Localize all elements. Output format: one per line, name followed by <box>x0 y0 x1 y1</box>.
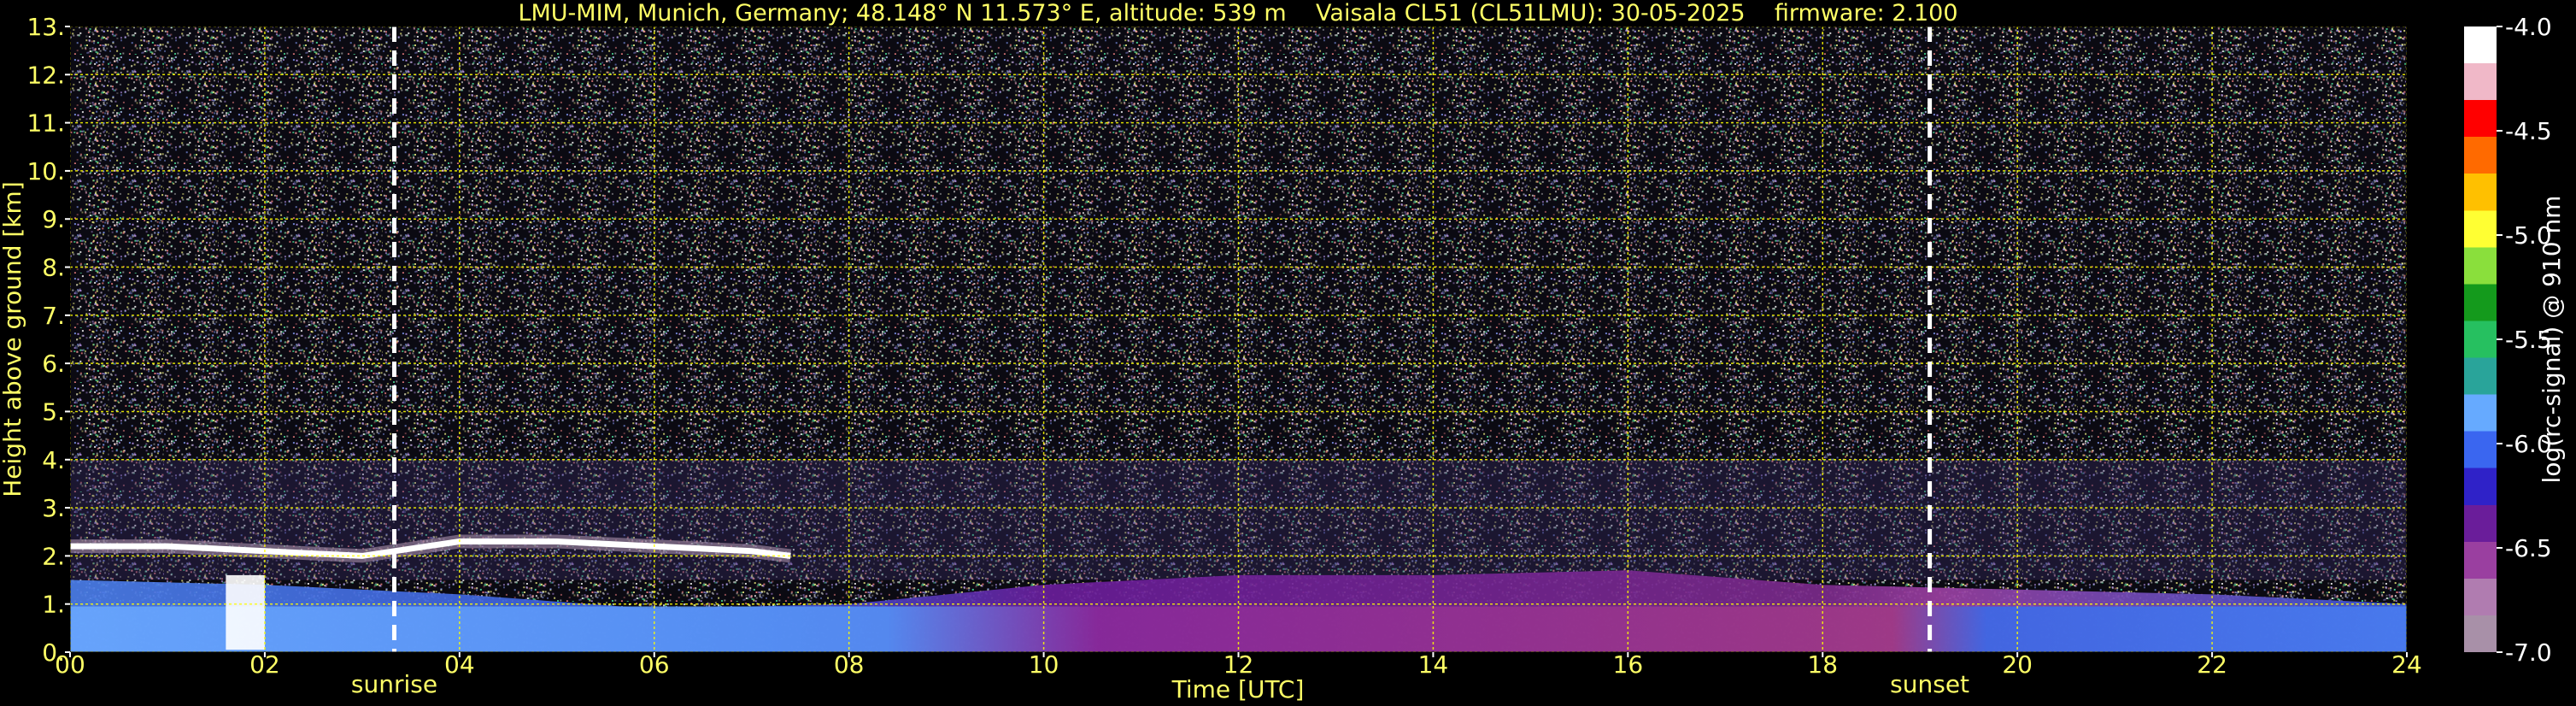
chart-title: LMU-MIM, Munich, Germany; 48.148° N 11.5… <box>518 0 1957 26</box>
y-tick-label: 4. <box>42 446 65 474</box>
low-cloud <box>226 574 265 650</box>
x-tick-label: 18 <box>1807 650 1838 679</box>
x-tick-label: 04 <box>444 650 475 679</box>
y-tick-label: 7. <box>42 302 65 330</box>
x-tick-label: 24 <box>2391 650 2422 679</box>
y-tick-label: 6. <box>42 350 65 378</box>
plot-area <box>70 26 2407 652</box>
y-tick-label: 12. <box>26 61 65 89</box>
colorbar-scale <box>2464 26 2497 652</box>
y-tick-label: 8. <box>42 254 65 282</box>
x-tick-label: 02 <box>249 650 280 679</box>
colorbar: -7.0-6.5-6.0-5.5-5.0-4.5-4.0 log(rc-sign… <box>2464 13 2566 667</box>
y-tick-label: 11. <box>26 109 65 138</box>
y-tick-label: 9. <box>42 205 65 233</box>
colorbar-tick-label: -4.0 <box>2505 13 2552 41</box>
y-tick-label: 1. <box>42 591 65 619</box>
colorbar-tick-label: -4.5 <box>2505 117 2552 145</box>
y-tick-label: 10. <box>26 157 65 185</box>
x-tick-label: 06 <box>639 650 670 679</box>
colorbar-label: log(rc-signal) @ 910 nm <box>2538 196 2566 484</box>
event-label: sunset <box>1890 670 1969 698</box>
x-tick-label: 22 <box>2197 650 2227 679</box>
colorbar-tick-label: -7.0 <box>2505 638 2552 667</box>
y-tick-label: 13. <box>26 13 65 41</box>
y-tick-label: 5. <box>42 397 65 426</box>
lidar-chart: LMU-MIM, Munich, Germany; 48.148° N 11.5… <box>0 0 2566 703</box>
y-axis-label: Height above ground [km] <box>0 181 26 497</box>
x-tick-label: 08 <box>834 650 865 679</box>
y-axis: 0. 1. 2. 3. 4. 5. 6. 7. 8. 9. 10. 11. 12. 13. <box>26 13 70 667</box>
y-tick-label: 2. <box>42 542 65 570</box>
event-labels: sunrise sunset <box>351 670 1969 698</box>
y-tick-label: 0. <box>42 638 65 667</box>
x-tick-label: 16 <box>1613 650 1644 679</box>
x-tick-label: 20 <box>2002 650 2033 679</box>
x-tick-label: 14 <box>1418 650 1449 679</box>
colorbar-tick-label: -6.5 <box>2505 534 2552 562</box>
x-axis-label: Time [UTC] <box>1171 675 1305 703</box>
x-tick-label: 10 <box>1029 650 1059 679</box>
y-tick-label: 3. <box>42 494 65 522</box>
event-label: sunrise <box>351 670 437 698</box>
